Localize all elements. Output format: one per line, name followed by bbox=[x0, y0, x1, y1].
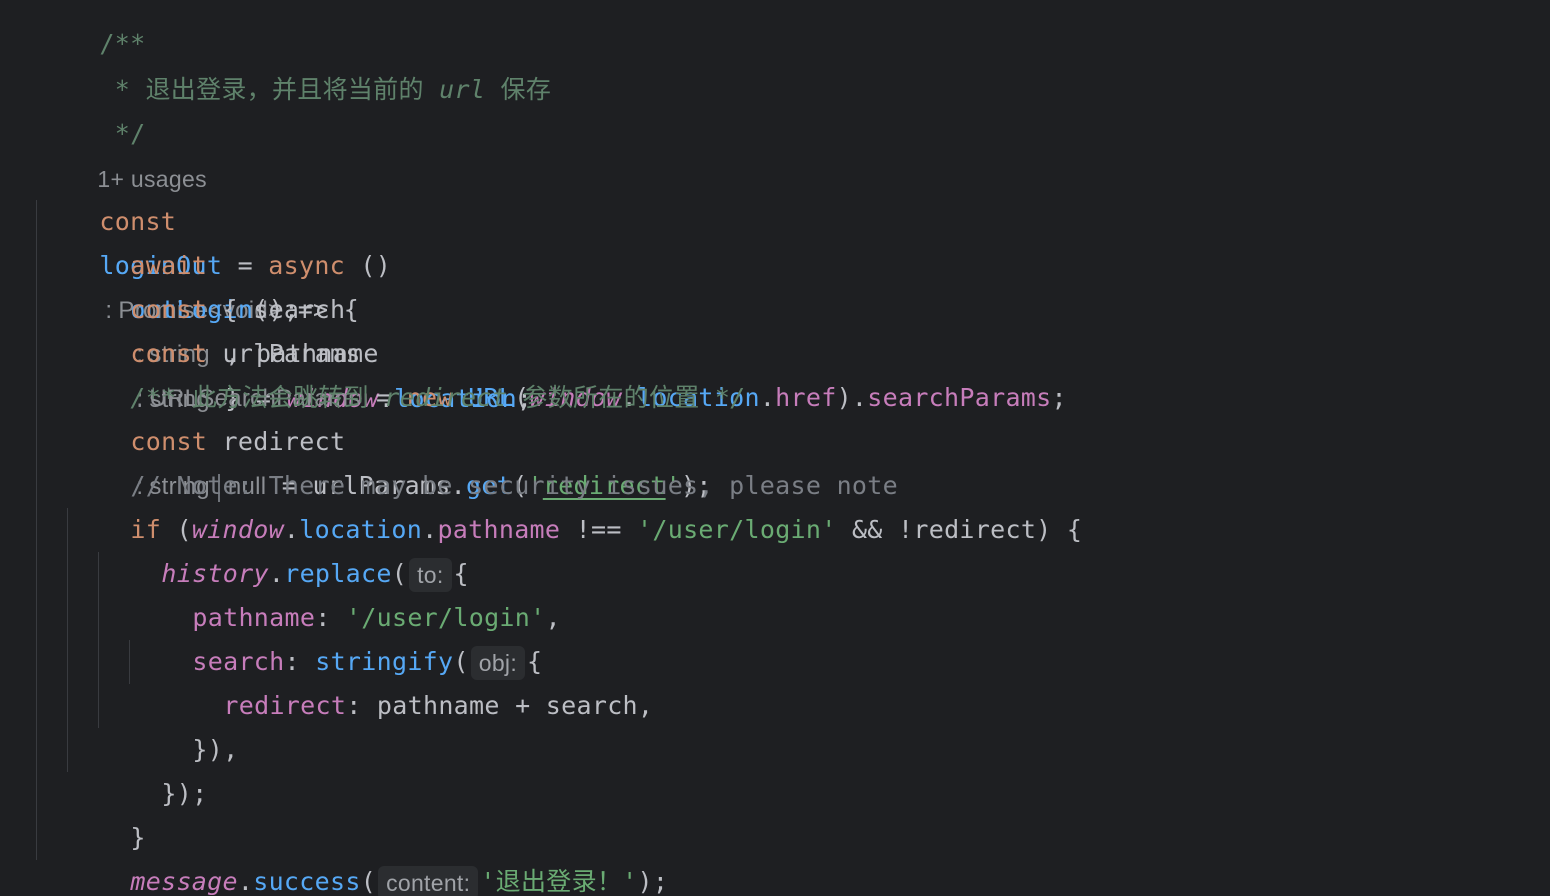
code-line[interactable]: history.replace(to:{ bbox=[100, 508, 469, 592]
doc-comment-code: url bbox=[439, 75, 486, 104]
string-literal[interactable]: '/user/login' bbox=[637, 515, 837, 544]
indent-guide bbox=[36, 200, 37, 860]
code-line[interactable]: /** 此方法会跳转到 redirect 参数所在的位置 */ bbox=[69, 332, 746, 412]
paren: ); bbox=[637, 867, 669, 896]
code-line[interactable]: if (window.location.pathname !== '/user/… bbox=[69, 464, 1082, 544]
condition-rest: && !redirect) { bbox=[836, 515, 1083, 544]
dot: . bbox=[759, 383, 776, 412]
code-editor[interactable]: /** * 退出登录，并且将当前的 url 保存 */ 1+ usages co… bbox=[0, 0, 1550, 896]
code-line[interactable]: } bbox=[69, 772, 146, 852]
code-line[interactable]: const { search : string , pathname : strin… bbox=[69, 244, 532, 413]
punct: }); bbox=[161, 779, 208, 808]
method-success[interactable]: success bbox=[253, 867, 360, 896]
code-line[interactable]: pathname: '/user/login', bbox=[131, 552, 561, 632]
object-key-redirect[interactable]: redirect bbox=[223, 691, 346, 720]
paren: ). bbox=[836, 383, 868, 412]
param-hint: content: bbox=[378, 866, 479, 896]
code-line[interactable]: search: stringify(obj:{ bbox=[131, 596, 542, 680]
indent-guide bbox=[67, 508, 68, 772]
property-searchParams[interactable]: searchParams bbox=[867, 383, 1051, 412]
doc-comment-text: 保存 bbox=[485, 75, 552, 104]
code-line[interactable]: * 退出登录，并且将当前的 url 保存 bbox=[38, 24, 551, 104]
property-href[interactable]: href bbox=[775, 383, 836, 412]
usages-hint-line[interactable]: 1+ usages bbox=[36, 113, 207, 192]
indent-guide bbox=[129, 640, 130, 684]
semicolon: ; bbox=[1051, 383, 1067, 412]
code-line[interactable]: const urlParams : URLSearchParams = new U… bbox=[69, 288, 1067, 412]
doc-comment-text: 退出登录，并且将当前的 bbox=[145, 75, 440, 104]
global-message[interactable]: message bbox=[130, 867, 237, 896]
paren: ( bbox=[360, 867, 377, 896]
code-line[interactable]: const loginOut = async () : Promise<void>… bbox=[38, 156, 391, 324]
code-line[interactable]: /** bbox=[38, 0, 145, 58]
code-line[interactable]: const redirect : string null = urlParams.g… bbox=[69, 376, 712, 502]
code-line[interactable]: }; bbox=[38, 860, 130, 896]
code-line[interactable]: */ bbox=[38, 68, 145, 148]
code-line[interactable]: await outLogin(); bbox=[69, 200, 299, 324]
doc-comment: */ bbox=[714, 383, 746, 412]
operator: !== bbox=[560, 515, 638, 544]
expression: : pathname + search, bbox=[346, 691, 654, 720]
code-line[interactable]: // Note: There may be security issues, p… bbox=[69, 420, 898, 500]
comma: , bbox=[545, 603, 561, 632]
string-literal[interactable]: '退出登录！' bbox=[480, 867, 637, 896]
code-line[interactable]: message.success(content: '退出登录！'); bbox=[69, 816, 668, 896]
dot: . bbox=[237, 867, 254, 896]
code-line[interactable]: redirect: pathname + search, bbox=[162, 640, 653, 720]
code-line[interactable]: }), bbox=[131, 684, 238, 764]
code-line[interactable]: }); bbox=[100, 728, 207, 808]
